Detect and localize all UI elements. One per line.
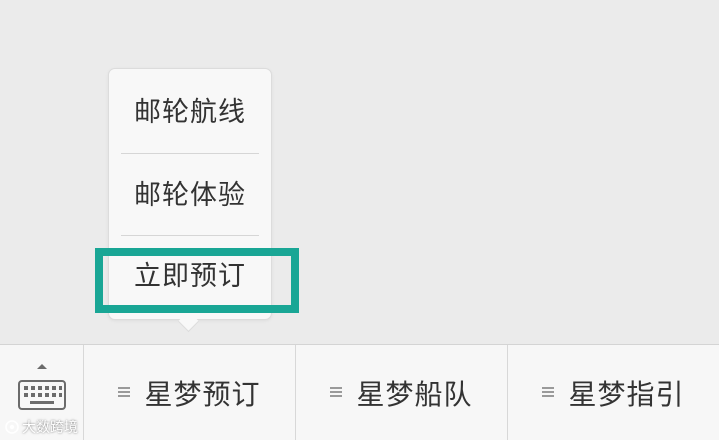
tab-xingmeng-guide[interactable]: 星梦指引: [508, 345, 719, 440]
tab-xingmeng-booking[interactable]: 星梦预订: [84, 345, 296, 440]
tab-label: 星梦船队: [356, 377, 473, 411]
keyboard-icon: [18, 380, 66, 410]
menu-item-book-now[interactable]: 立即预订: [109, 255, 271, 299]
popup-submenu: 邮轮航线 邮轮体验 立即预订: [108, 68, 272, 320]
menu-divider: [121, 235, 259, 236]
watermark-logo-icon: [5, 420, 19, 434]
watermark: 大数跨境: [4, 417, 78, 437]
bottom-menu-bar: 星梦预订 星梦船队 星梦指引: [0, 344, 719, 440]
menu-divider: [121, 153, 259, 154]
tab-xingmeng-fleet[interactable]: 星梦船队: [296, 345, 508, 440]
watermark-text: 大数跨境: [22, 420, 78, 436]
tab-label: 星梦指引: [568, 377, 685, 411]
menu-lines-icon: [542, 387, 555, 398]
menu-lines-icon: [118, 387, 131, 398]
tab-label: 星梦预订: [144, 377, 261, 411]
caret-up-icon: [37, 364, 47, 369]
menu-item-cruise-experience[interactable]: 邮轮体验: [109, 174, 271, 218]
menu-item-cruise-routes[interactable]: 邮轮航线: [109, 91, 271, 135]
menu-lines-icon: [330, 387, 343, 398]
